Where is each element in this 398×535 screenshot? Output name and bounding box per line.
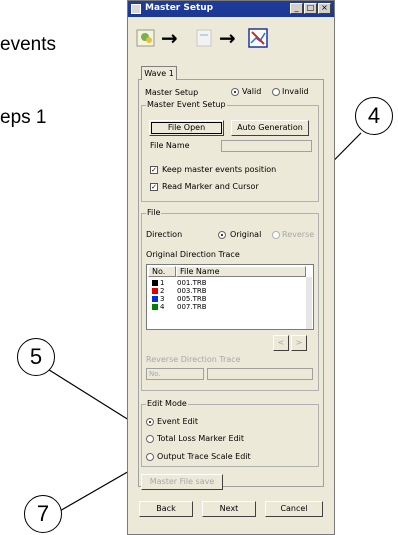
callout-5: 5 — [17, 338, 55, 376]
list-item[interactable]: 4 007.TRB — [148, 303, 312, 311]
next-file-button[interactable]: > — [291, 335, 307, 351]
callout-4: 4 — [355, 97, 393, 135]
color-swatch — [152, 280, 158, 286]
callout-7: 7 — [24, 495, 62, 533]
list-item[interactable]: 3 005.TRB — [148, 295, 312, 303]
chart-check-icon — [248, 28, 268, 48]
setup-icon — [136, 29, 155, 47]
color-swatch — [152, 288, 158, 294]
prev-file-button[interactable]: < — [273, 335, 289, 351]
list-item[interactable]: 2 003.TRB — [148, 287, 312, 295]
valid-radio-label[interactable]: Valid — [242, 87, 261, 96]
back-button[interactable]: Back — [139, 501, 193, 517]
original-trace-list[interactable]: No. File Name 1 001.TRB 2 003.TRB 3 005.… — [146, 264, 314, 330]
invalid-radio-label[interactable]: Invalid — [282, 87, 309, 96]
master-setup-dialog: Master Setup _ □ × → → Wave 1 Master Set… — [127, 0, 335, 535]
read-marker-label[interactable]: Read Marker and Cursor — [162, 182, 259, 191]
column-header-no[interactable]: No. — [148, 266, 176, 277]
invalid-radio[interactable] — [272, 88, 280, 96]
list-item[interactable]: 1 001.TRB — [148, 279, 312, 287]
total-loss-marker-edit-radio[interactable] — [146, 435, 154, 443]
row-number: 3 — [160, 295, 165, 303]
original-radio[interactable] — [218, 231, 226, 239]
arrow-right-icon: → — [219, 26, 236, 50]
reverse-name-field[interactable] — [207, 368, 313, 380]
original-trace-label: Original Direction Trace — [146, 250, 240, 259]
file-group-title: File — [146, 208, 162, 217]
original-radio-label[interactable]: Original — [230, 230, 261, 239]
row-number: 4 — [160, 303, 165, 311]
list-scrollbar[interactable] — [306, 277, 312, 329]
window-title: Master Setup — [145, 3, 214, 13]
minimize-button[interactable]: _ — [290, 3, 303, 14]
auto-generation-button[interactable]: Auto Generation — [231, 120, 309, 136]
keep-position-label[interactable]: Keep master events position — [162, 165, 276, 174]
output-trace-scale-edit-radio[interactable] — [146, 453, 154, 461]
file-open-button[interactable]: File Open — [149, 120, 224, 136]
close-button[interactable]: × — [318, 3, 331, 14]
row-number: 1 — [160, 279, 165, 287]
reverse-radio-label[interactable]: Reverse — [282, 230, 314, 239]
row-file-name: 007.TRB — [177, 303, 207, 311]
row-number: 2 — [160, 287, 165, 295]
master-setup-label: Master Setup — [145, 88, 199, 97]
total-loss-marker-edit-label[interactable]: Total Loss Marker Edit — [157, 434, 244, 443]
reverse-no-field[interactable]: No. — [146, 368, 204, 380]
row-file-name: 003.TRB — [177, 287, 207, 295]
event-edit-label[interactable]: Event Edit — [157, 417, 198, 426]
file-name-label: File Name — [150, 141, 190, 150]
row-file-name: 001.TRB — [177, 279, 207, 287]
app-icon — [131, 4, 141, 14]
cancel-button[interactable]: Cancel — [265, 501, 323, 517]
valid-radio[interactable] — [231, 88, 239, 96]
color-swatch — [152, 304, 158, 310]
tab-wave-1[interactable]: Wave 1 — [141, 66, 177, 80]
row-file-name: 005.TRB — [177, 295, 207, 303]
edit-mode-title: Edit Mode — [146, 399, 188, 408]
reverse-radio[interactable] — [272, 231, 280, 239]
next-button[interactable]: Next — [202, 501, 256, 517]
title-bar[interactable]: Master Setup _ □ × — [128, 1, 334, 17]
keep-position-checkbox[interactable]: ✓ — [150, 166, 158, 174]
reverse-trace-label: Reverse Direction Trace — [146, 355, 241, 364]
column-header-file-name[interactable]: File Name — [176, 266, 306, 277]
arrow-right-icon: → — [161, 26, 178, 50]
color-swatch — [152, 296, 158, 302]
direction-label: Direction — [146, 230, 183, 239]
read-marker-checkbox[interactable]: ✓ — [150, 183, 158, 191]
output-trace-scale-edit-label[interactable]: Output Trace Scale Edit — [157, 452, 251, 461]
maximize-button[interactable]: □ — [304, 3, 317, 14]
event-edit-radio[interactable] — [146, 418, 154, 426]
master-file-save-button[interactable]: Master File save — [141, 474, 223, 490]
master-event-setup-title: Master Event Setup — [146, 100, 227, 109]
file-name-field[interactable] — [221, 140, 312, 152]
document-icon — [196, 29, 212, 47]
